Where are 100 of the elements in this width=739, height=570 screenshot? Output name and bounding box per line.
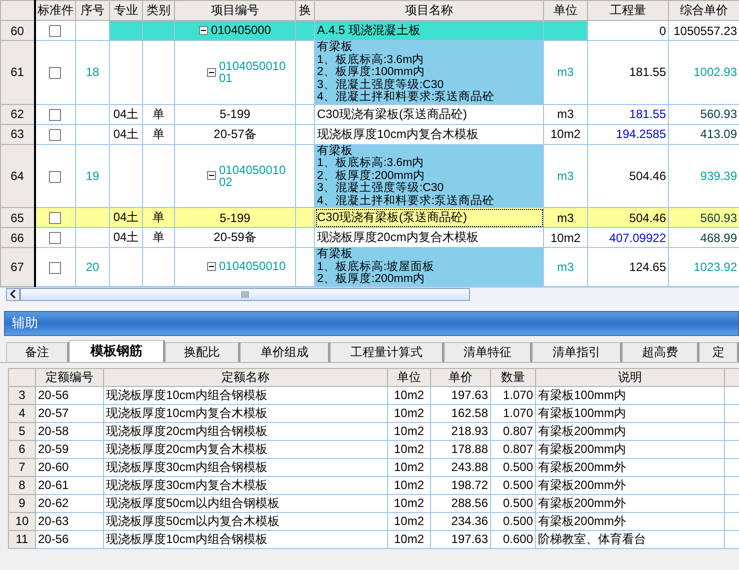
table-cell: 04土 (110, 124, 142, 144)
column-header[interactable]: 单位 (544, 0, 588, 20)
column-header[interactable]: 单位 (388, 368, 430, 386)
checkbox[interactable] (49, 170, 62, 183)
table-cell: 0.500 (490, 494, 536, 512)
table-cell: 10m2 (388, 386, 430, 404)
row-number: 4 (8, 404, 36, 422)
collapse-icon[interactable] (207, 262, 216, 271)
table-row[interactable]: 67 20 0104050010 有梁板 1、板底标高:坡屋面板 2、板厚度:200mm内 m3 124.65 1023.92 (0, 248, 739, 286)
table-row[interactable]: 61 18 0104050010 01 有梁板 1、板底标高:3.6m内 2、板厚度:100mm内 3、混凝土强度等级:C30 4、混凝土拌和料要求:泵送商品砼 m3 181.55 1002.93 (0, 40, 739, 104)
table-cell: 现浇板厚度20cm内复合木模板 (104, 440, 388, 458)
tab[interactable]: 单价组成 (240, 342, 330, 362)
table-cell: 18 (76, 40, 110, 104)
checkbox[interactable] (49, 25, 62, 38)
table-cell: 5-199 (174, 208, 296, 228)
column-header[interactable]: 定额编号 (36, 368, 104, 386)
table-cell: 504.46 (588, 208, 668, 228)
item-code: 0104050010 (219, 260, 287, 272)
table-cell: 1.070 (490, 404, 536, 422)
row-number: 62 (0, 104, 34, 124)
table-cell: 20-59 (36, 440, 104, 458)
table-cell: 10m2 (388, 404, 430, 422)
checkbox[interactable] (49, 262, 62, 274)
column-header[interactable]: 说明 (536, 368, 724, 386)
checkbox[interactable] (49, 67, 62, 80)
scrollbar-thumb[interactable] (20, 288, 470, 300)
table-cell: 20-56 (36, 386, 104, 404)
tab[interactable]: 模板钢筋 (68, 340, 165, 362)
table-cell: m3 (544, 208, 588, 228)
item-description: 有梁板 1、板底标高:坡屋面板 2、板厚度:200mm内 (317, 248, 436, 286)
table-cell: 有梁板100mm内 (536, 404, 724, 422)
table-cell: 20-61 (36, 476, 104, 494)
column-header[interactable]: 定额名称 (104, 368, 388, 386)
checkbox[interactable] (49, 212, 62, 224)
row-number: 6 (8, 440, 36, 458)
table-cell: 288.56 (430, 494, 490, 512)
table-cell: 0.807 (490, 440, 536, 458)
table-row[interactable]: 60 010405000 A.4.5 现浇混凝土板 0 1050557.23 (0, 20, 739, 40)
row-number: 7 (8, 458, 36, 476)
table-cell: 20-62 (36, 494, 104, 512)
row-number: 8 (8, 476, 36, 494)
table-cell: 0.500 (490, 458, 536, 476)
table-cell: 20-63 (36, 512, 104, 530)
checkbox[interactable] (49, 108, 62, 121)
collapse-icon[interactable] (207, 68, 216, 77)
table-cell: 10m2 (388, 458, 430, 476)
table-cell: 407.09922 (588, 228, 668, 248)
table-cell: 单 (142, 228, 174, 248)
panel-title-bar: 辅助 (4, 310, 739, 336)
table-cell: 234.36 (430, 512, 490, 530)
table-cell: 10m2 (544, 228, 588, 248)
column-header[interactable]: 换 (296, 0, 314, 20)
column-header[interactable]: 综合单价 (668, 0, 739, 20)
table-cell: 124.65 (588, 248, 668, 286)
scroll-left-button[interactable] (6, 288, 20, 300)
tab[interactable]: 工程量计算式 (330, 342, 444, 362)
tab[interactable]: 备注 (6, 342, 69, 362)
table-row[interactable]: 62 04土 单 5-199 C30现浇有梁板(泵送商品砼) m3 181.55 560.93 (0, 104, 739, 124)
table-cell: 10m2 (388, 440, 430, 458)
table-row[interactable]: 64 19 0104050010 02 有梁板 1、板底标高:3.6m内 2、板厚度:200mm内 3、混凝土强度等级:C30 4、混凝土拌和料要求:泵送商品砼 m3 504.46 939.39 (0, 144, 739, 208)
table-cell: 243.88 (430, 458, 490, 476)
table-row[interactable]: 65 04土 单 5-199 C30现浇有梁板(泵送商品砼) m3 504.46 560.93 (0, 208, 739, 228)
tab[interactable]: 清单指引 (532, 342, 622, 362)
column-header[interactable]: 序号 (76, 0, 110, 20)
column-header[interactable]: 项目编号 (174, 0, 296, 20)
table-cell: 197.63 (430, 530, 490, 548)
table-cell: 20-57备 (174, 124, 296, 144)
table-cell: 有梁板200mm内 (536, 440, 724, 458)
table-cell: 560.93 (668, 208, 739, 228)
row-number: 60 (0, 20, 34, 40)
column-header[interactable]: 工程量 (588, 0, 668, 20)
table-cell: 现浇板厚度50cm以内复合木模板 (104, 512, 388, 530)
tab[interactable]: 换配比 (164, 342, 240, 362)
tab[interactable]: 定 (699, 342, 739, 362)
table-cell: 04土 (110, 104, 142, 124)
collapse-icon[interactable] (198, 26, 208, 35)
column-header[interactable]: 项目名称 (314, 0, 544, 20)
table-cell: 181.55 (588, 40, 668, 104)
column-header[interactable]: 单价 (430, 368, 490, 386)
table-cell: A.4.5 现浇混凝土板 (314, 20, 544, 40)
column-header[interactable]: 标准件 (34, 0, 76, 20)
table-cell: 0.807 (490, 422, 536, 440)
tab[interactable]: 超高费 (622, 342, 700, 362)
table-cell: C30现浇有梁板(泵送商品砼) (314, 104, 544, 124)
item-description: 有梁板 1、板底标高:3.6m内 2、板厚度:200mm内 3、混凝土强度等级:C30 4、混凝土拌和料要求:泵送商品砼 (317, 144, 496, 207)
collapse-icon[interactable] (207, 171, 216, 180)
table-cell: 阶梯教室、体育看台 (536, 530, 724, 548)
table-cell: 现浇板厚度50cm以内组合钢模板 (104, 494, 388, 512)
column-header[interactable]: 数量 (490, 368, 536, 386)
tab[interactable]: 清单特征 (444, 342, 532, 362)
column-header[interactable]: 类别 (142, 0, 174, 20)
row-number: 64 (0, 144, 34, 208)
checkbox[interactable] (49, 232, 62, 244)
table-cell: 10m2 (544, 124, 588, 144)
table-cell: 0 (588, 20, 668, 40)
checkbox[interactable] (49, 128, 62, 141)
table-cell: 181.55 (588, 104, 668, 124)
table-cell: 20-57 (36, 404, 104, 422)
column-header[interactable]: 专业 (110, 0, 142, 20)
table-cell: 20-60 (36, 458, 104, 476)
